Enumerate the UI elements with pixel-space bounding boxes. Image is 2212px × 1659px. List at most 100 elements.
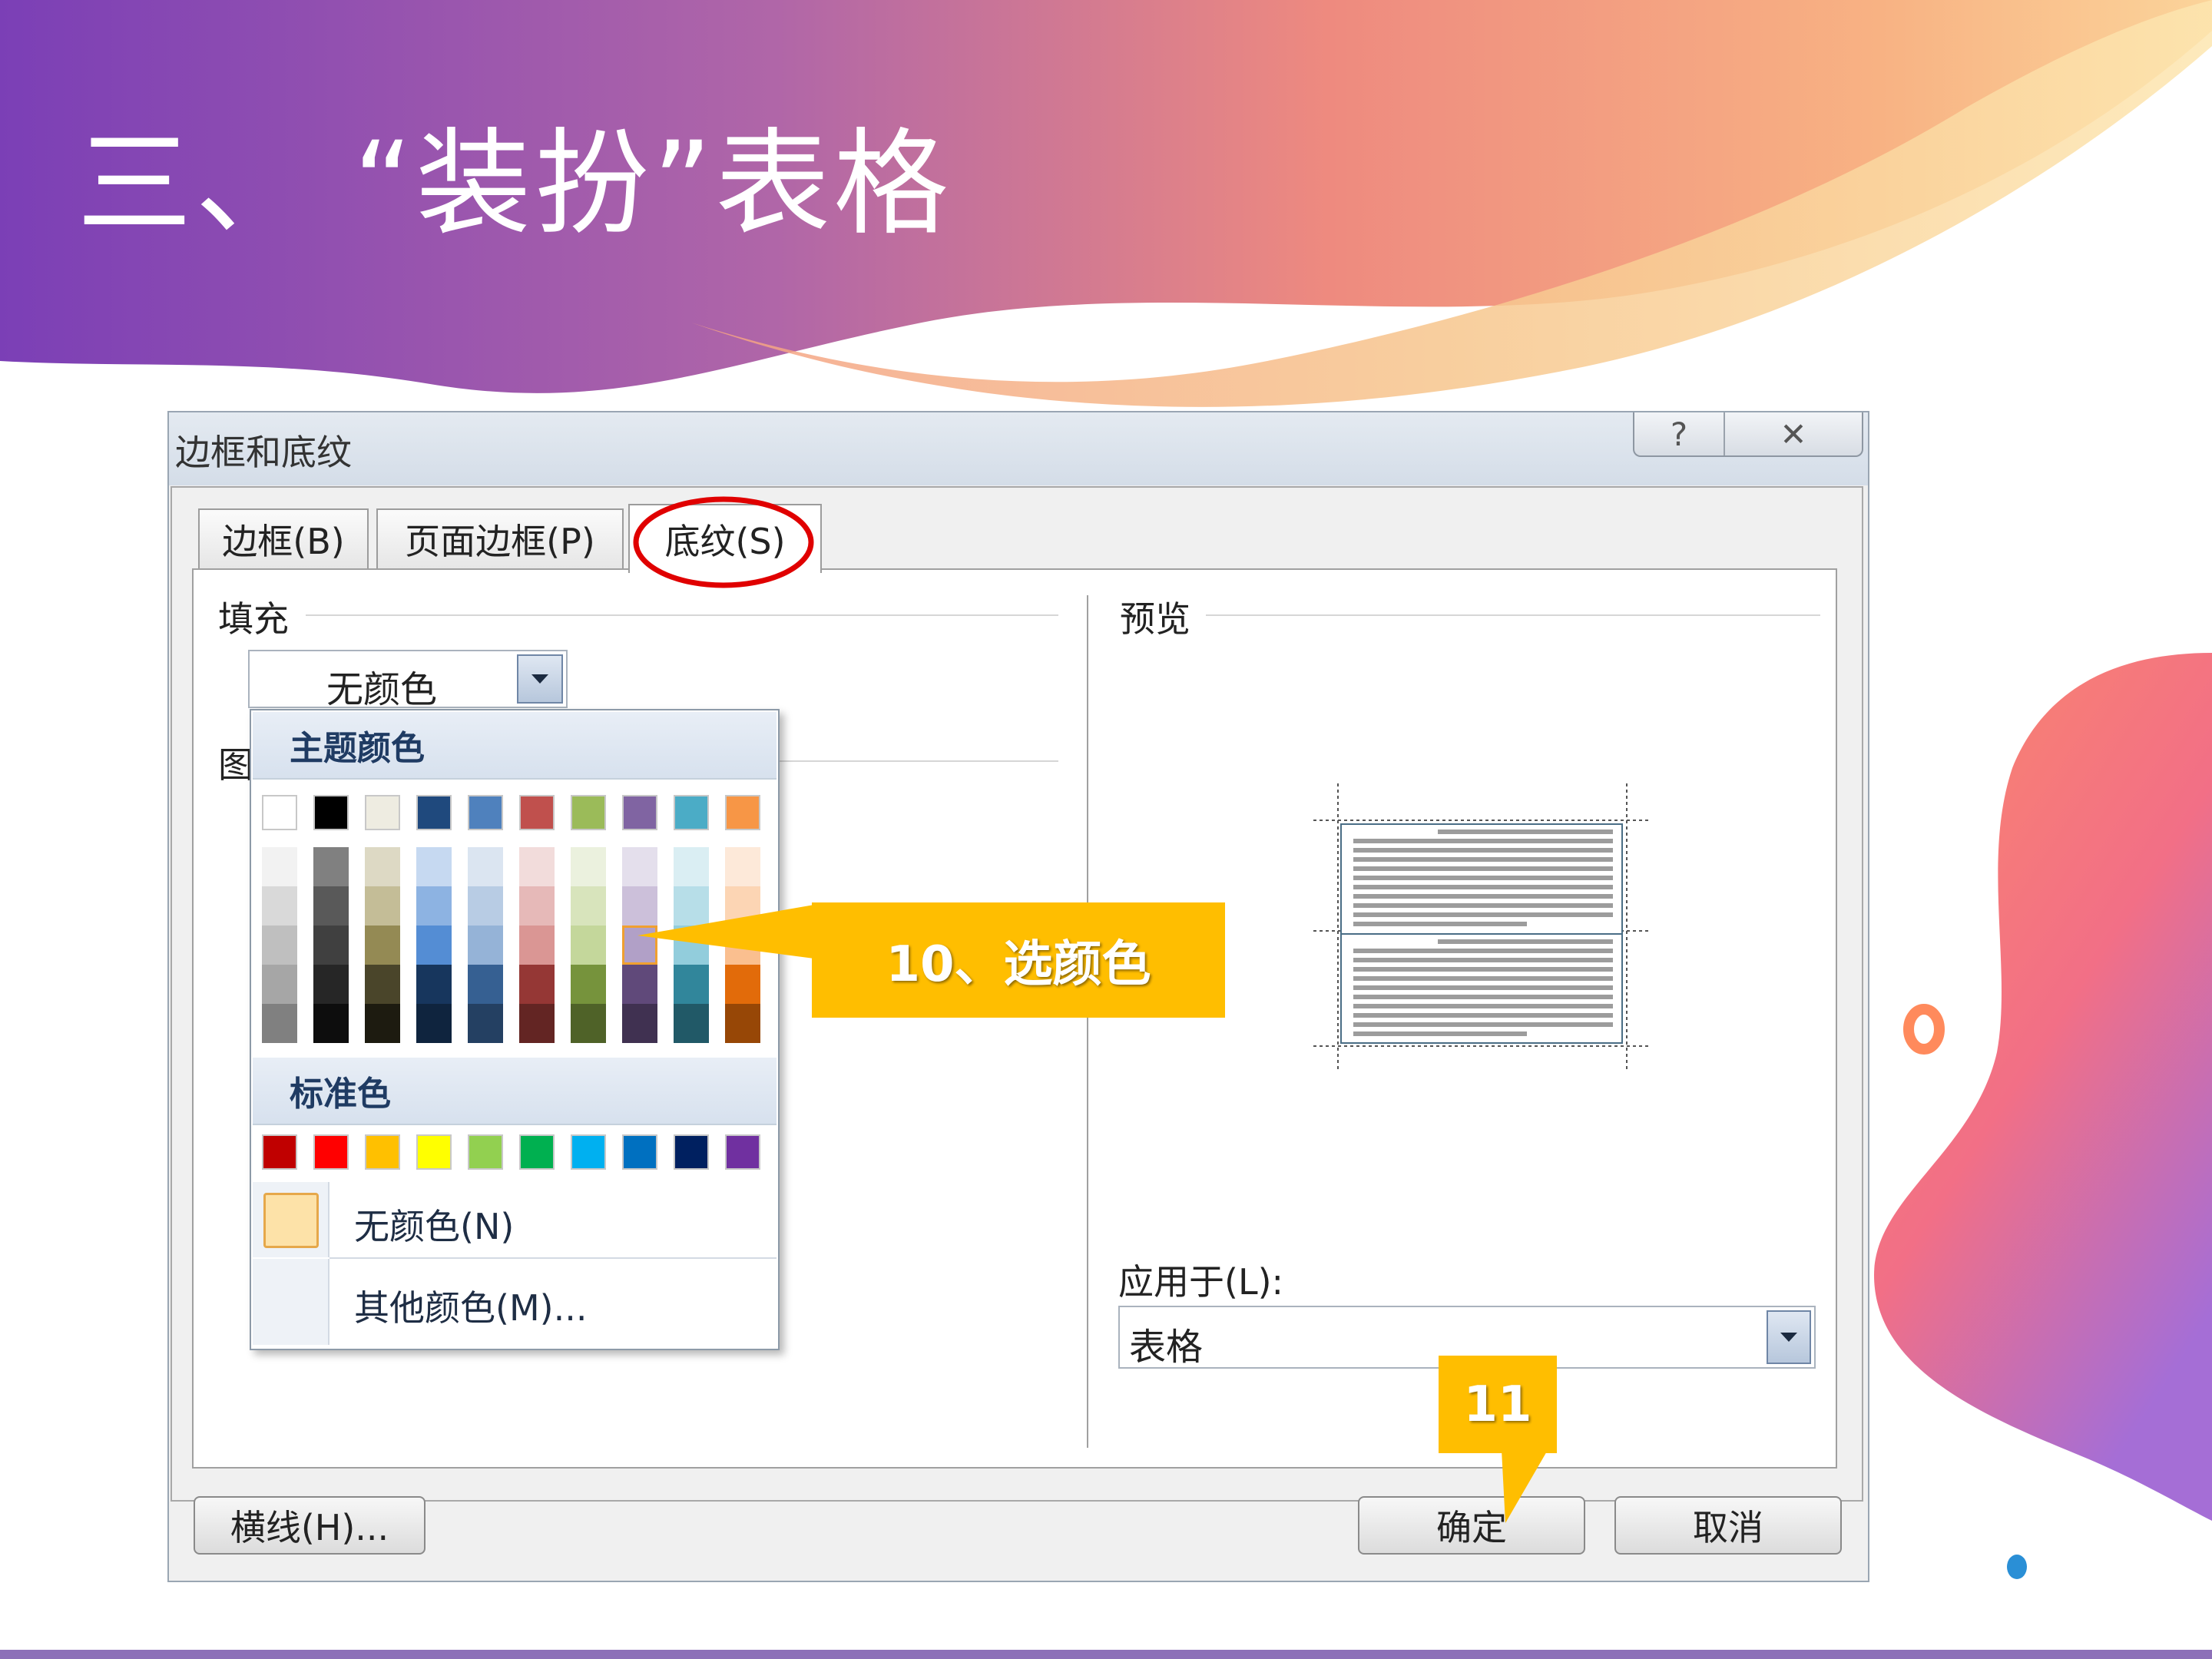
horizontal-line-button[interactable]: 横线(H)... (194, 1496, 426, 1555)
theme-shade-swatch[interactable] (519, 965, 555, 1004)
theme-shade-swatch[interactable] (416, 886, 452, 926)
theme-shade-swatch[interactable] (725, 965, 760, 1004)
theme-shade-swatch[interactable] (468, 926, 503, 965)
theme-shade-swatch[interactable] (622, 965, 657, 1004)
dialog-title: 边框和底纹 (175, 432, 352, 473)
help-icon: ? (1670, 415, 1688, 453)
preview-line (1353, 922, 1527, 926)
preview-line (1353, 949, 1613, 953)
preview-line (1353, 1022, 1613, 1027)
theme-shade-swatch[interactable] (262, 926, 297, 965)
theme-shade-swatch[interactable] (571, 886, 606, 926)
more-colors-option[interactable]: 其他颜色(M)... (253, 1259, 777, 1345)
close-button[interactable]: ✕ (1725, 412, 1862, 455)
preview-line (1353, 876, 1613, 880)
fill-color-dropdown[interactable]: 无颜色 (248, 650, 568, 711)
color-picker-popup: 主题颜色 标准色 无颜色(N) 其他颜色(M)... (250, 709, 780, 1350)
theme-shade-swatch[interactable] (468, 847, 503, 886)
preview-line (1353, 885, 1613, 889)
fill-label: 填充 (218, 591, 300, 642)
theme-color-swatch[interactable] (416, 795, 452, 830)
theme-color-swatch[interactable] (674, 795, 709, 830)
theme-shade-swatch[interactable] (365, 926, 400, 965)
tab-borders[interactable]: 边框(B) (198, 508, 369, 568)
standard-color-swatch[interactable] (313, 1134, 349, 1170)
theme-shade-swatch[interactable] (674, 965, 709, 1004)
theme-shade-swatch[interactable] (313, 886, 349, 926)
theme-shade-swatch[interactable] (365, 965, 400, 1004)
standard-color-swatch[interactable] (416, 1134, 452, 1170)
theme-shade-swatch[interactable] (674, 847, 709, 886)
theme-shade-swatch[interactable] (571, 926, 606, 965)
theme-shade-swatch[interactable] (262, 965, 297, 1004)
theme-shade-swatch[interactable] (416, 847, 452, 886)
preview-line (1353, 995, 1613, 999)
standard-color-swatch[interactable] (674, 1134, 709, 1170)
preview-line (1353, 1031, 1527, 1036)
theme-shade-swatch[interactable] (262, 886, 297, 926)
theme-shade-swatch[interactable] (416, 1004, 452, 1043)
slide-title: 三、 “装扮”表格 (77, 118, 952, 251)
standard-color-swatch[interactable] (262, 1134, 297, 1170)
theme-color-swatch[interactable] (725, 795, 760, 830)
preview-line (1353, 912, 1613, 917)
theme-shade-swatch[interactable] (571, 965, 606, 1004)
theme-shade-swatch[interactable] (725, 1004, 760, 1043)
theme-shade-swatch[interactable] (365, 1004, 400, 1043)
theme-shade-swatch[interactable] (262, 1004, 297, 1043)
step-10-callout: 10、选颜色 (812, 902, 1225, 1018)
theme-shade-swatch[interactable] (468, 1004, 503, 1043)
preview-row-divider (1342, 933, 1621, 935)
preview-line (1438, 939, 1613, 944)
step-11-callout: 11 (1439, 1356, 1557, 1453)
preview-line (1353, 848, 1613, 853)
theme-shade-swatch[interactable] (313, 965, 349, 1004)
theme-shade-swatch[interactable] (519, 1004, 555, 1043)
standard-color-swatch[interactable] (725, 1134, 760, 1170)
standard-color-swatch[interactable] (622, 1134, 657, 1170)
preview-group-line (1206, 614, 1820, 616)
cancel-button[interactable]: 取消 (1614, 1496, 1842, 1555)
theme-shade-swatch[interactable] (313, 847, 349, 886)
callout-pointer-10 (637, 905, 814, 959)
theme-shade-swatch[interactable] (262, 847, 297, 886)
theme-shade-swatch[interactable] (313, 1004, 349, 1043)
theme-shade-swatch[interactable] (468, 965, 503, 1004)
theme-shade-swatch[interactable] (674, 1004, 709, 1043)
theme-shade-swatch[interactable] (622, 1004, 657, 1043)
tab-page-border[interactable]: 页面边框(P) (376, 508, 624, 568)
dialog-titlebar: 边框和底纹 ? ✕ (169, 412, 1868, 485)
theme-shade-swatch[interactable] (571, 847, 606, 886)
theme-shade-swatch[interactable] (519, 847, 555, 886)
theme-color-swatch[interactable] (262, 795, 297, 830)
theme-shade-swatch[interactable] (622, 847, 657, 886)
theme-shade-swatch[interactable] (416, 965, 452, 1004)
standard-color-swatch[interactable] (519, 1134, 555, 1170)
theme-shade-swatch[interactable] (365, 847, 400, 886)
standard-color-swatch[interactable] (571, 1134, 606, 1170)
theme-color-swatch[interactable] (468, 795, 503, 830)
theme-shade-swatch[interactable] (313, 926, 349, 965)
theme-shade-swatch[interactable] (519, 886, 555, 926)
theme-shade-swatch[interactable] (571, 1004, 606, 1043)
fill-color-value: 无颜色 (326, 668, 438, 711)
fill-group-line (306, 614, 1058, 616)
standard-color-swatch[interactable] (468, 1134, 503, 1170)
help-button[interactable]: ? (1634, 412, 1724, 455)
apply-to-dropdown-arrow[interactable] (1767, 1310, 1811, 1364)
no-color-option[interactable]: 无颜色(N) (253, 1182, 777, 1257)
standard-color-swatch[interactable] (365, 1134, 400, 1170)
theme-color-swatch[interactable] (571, 795, 606, 830)
theme-shade-swatch[interactable] (725, 847, 760, 886)
preview-line (1353, 857, 1613, 862)
theme-color-swatch[interactable] (622, 795, 657, 830)
theme-shade-swatch[interactable] (416, 926, 452, 965)
theme-colors-header: 主题颜色 (253, 712, 777, 780)
theme-color-swatch[interactable] (313, 795, 349, 830)
theme-color-swatch[interactable] (519, 795, 555, 830)
theme-shade-swatch[interactable] (468, 886, 503, 926)
theme-shade-swatch[interactable] (519, 926, 555, 965)
fill-dropdown-arrow[interactable] (517, 654, 563, 704)
theme-shade-swatch[interactable] (365, 886, 400, 926)
theme-color-swatch[interactable] (365, 795, 400, 830)
